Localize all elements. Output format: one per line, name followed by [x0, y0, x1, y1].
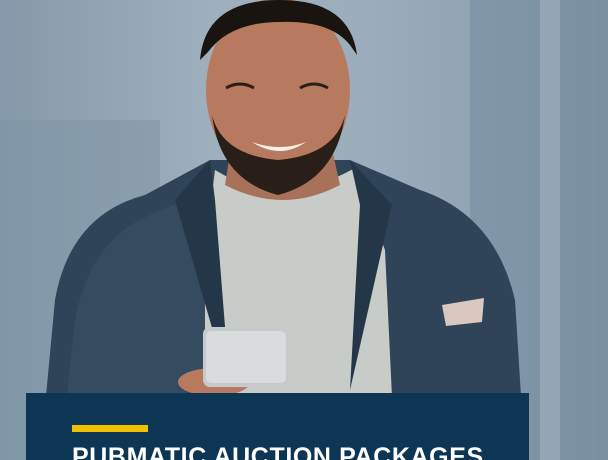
- caption-panel: PUBMATIC AUCTION PACKAGES: [26, 393, 529, 460]
- accent-bar: [72, 425, 148, 432]
- hero-photo: [0, 0, 608, 460]
- headline: PUBMATIC AUCTION PACKAGES: [72, 443, 484, 460]
- photo-illustration: [0, 0, 608, 460]
